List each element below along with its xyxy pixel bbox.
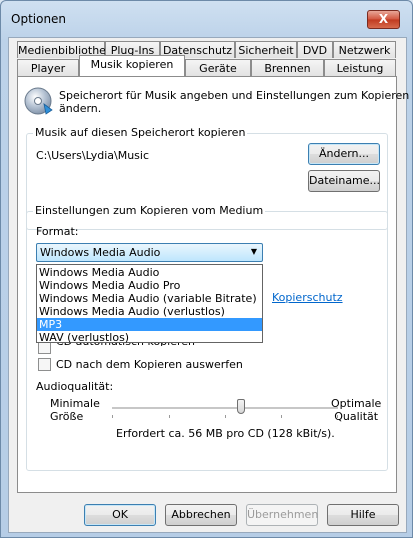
format-option-highlighted[interactable]: MP3 xyxy=(37,318,262,331)
rip-settings-group-label: Einstellungen zum Kopieren vom Medium xyxy=(33,204,266,217)
tab-player[interactable]: Player xyxy=(17,59,79,76)
max-quality-label-line-2: Qualität xyxy=(334,410,379,423)
format-option[interactable]: WAV (verlustlos) xyxy=(37,331,262,344)
eject-cd-label: CD nach dem Kopieren auswerfen xyxy=(56,358,243,371)
tab-leistung[interactable]: Leistung xyxy=(324,59,396,76)
title-bar[interactable]: Optionen X xyxy=(1,1,412,37)
slider-tick xyxy=(225,415,226,418)
eject-cd-checkbox[interactable] xyxy=(38,358,51,371)
ok-button[interactable]: OK xyxy=(84,504,156,526)
cancel-button[interactable]: Abbrechen xyxy=(165,504,237,526)
min-size-label-line-2: Größe xyxy=(50,410,84,423)
cd-disc-icon xyxy=(24,87,53,115)
window-title: Optionen xyxy=(11,12,67,26)
tab-netzwerk[interactable]: Netzwerk xyxy=(333,41,396,58)
close-button[interactable]: X xyxy=(367,10,400,29)
copy-protection-link[interactable]: Kopierschutz xyxy=(272,291,343,304)
intro-line-2: ändern. xyxy=(59,102,102,115)
tab-page-musik-kopieren: Speicherort für Musik angeben und Einste… xyxy=(17,76,409,493)
min-size-label-line-1: Minimale xyxy=(50,397,100,410)
format-combobox[interactable]: Windows Media Audio ▼ xyxy=(36,243,263,262)
dialog-client-area: Medienbibliothek Plug-Ins Datenschutz Si… xyxy=(8,37,409,533)
quality-slider-track[interactable] xyxy=(112,407,338,410)
size-estimate-text: Erfordert ca. 56 MB pro CD (128 kBit/s). xyxy=(116,427,335,440)
slider-tick xyxy=(337,415,338,418)
max-quality-label: Optimale Qualität xyxy=(331,397,381,423)
format-selected-value: Windows Media Audio xyxy=(40,246,161,259)
close-icon: X xyxy=(378,12,389,26)
format-option[interactable]: Windows Media Audio (variable Bitrate) xyxy=(37,292,262,305)
format-option[interactable]: Windows Media Audio xyxy=(37,266,262,279)
format-option[interactable]: Windows Media Audio Pro xyxy=(37,279,262,292)
tab-brennen[interactable]: Brennen xyxy=(251,59,324,76)
location-group-label: Musik auf diesen Speicherort kopieren xyxy=(33,126,248,139)
tab-sicherheit[interactable]: Sicherheit xyxy=(235,41,297,58)
change-location-button[interactable]: Ändern... xyxy=(308,143,380,165)
music-folder-path: C:\Users\Lydia\Music xyxy=(36,149,150,162)
tab-musik-kopieren[interactable]: Musik kopieren xyxy=(79,55,185,76)
apply-button[interactable]: Übernehmen xyxy=(246,504,318,526)
options-dialog: Optionen X Medienbibliothek Plug-Ins Dat… xyxy=(0,0,413,538)
help-button[interactable]: Hilfe xyxy=(327,504,399,526)
max-quality-label-line-1: Optimale xyxy=(331,397,382,410)
slider-tick xyxy=(169,415,170,418)
quality-slider-thumb[interactable] xyxy=(236,399,245,414)
tab-geraete[interactable]: Geräte xyxy=(185,59,251,76)
slider-tick xyxy=(281,415,282,418)
intro-line-1: Speicherort für Musik angeben und Einste… xyxy=(59,89,410,102)
tab-dvd[interactable]: DVD xyxy=(297,41,333,58)
filename-button[interactable]: Dateiname... xyxy=(308,170,380,192)
format-label: Format: xyxy=(36,225,79,238)
format-option[interactable]: Windows Media Audio (verlustlos) xyxy=(37,305,262,318)
slider-tick xyxy=(112,415,113,418)
format-dropdown-list[interactable]: Windows Media Audio Windows Media Audio … xyxy=(36,264,263,344)
audio-quality-label: Audioqualität: xyxy=(36,380,114,393)
chevron-down-icon: ▼ xyxy=(250,247,257,256)
min-size-label: Minimale Größe xyxy=(50,397,100,423)
